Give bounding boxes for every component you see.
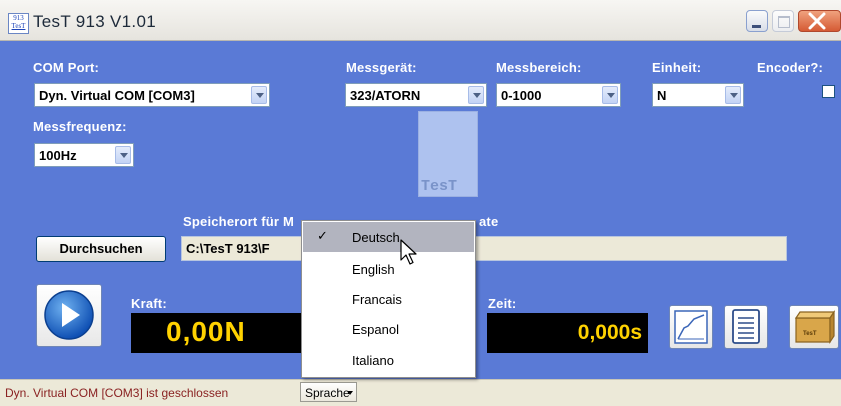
language-item-english[interactable]: English <box>303 254 474 284</box>
language-item-label: Italiano <box>352 353 394 368</box>
caret-down-icon <box>347 391 353 395</box>
language-item-francais[interactable]: Francais <box>303 284 474 314</box>
minimize-icon <box>752 25 761 28</box>
language-item-label: Deutsch <box>352 230 400 245</box>
status-bar: Dyn. Virtual COM [COM3] ist geschlossen <box>0 379 841 406</box>
language-item-label: English <box>352 262 395 277</box>
encoder-checkbox[interactable] <box>822 85 835 98</box>
chevron-down-icon[interactable] <box>251 86 267 104</box>
close-button[interactable] <box>798 10 841 32</box>
window-title: TesT 913 V1.01 <box>33 12 156 31</box>
kraft-display: 0,00N <box>131 313 301 353</box>
messgeraet-value: 323/ATORN <box>350 88 421 103</box>
status-text: Dyn. Virtual COM [COM3] ist geschlossen <box>5 386 229 400</box>
com-port-select[interactable]: Dyn. Virtual COM [COM3] <box>34 83 270 107</box>
messfrequenz-label: Messfrequenz: <box>33 119 127 134</box>
maximize-icon <box>778 16 790 28</box>
chevron-down-icon[interactable] <box>602 86 618 104</box>
messbereich-select[interactable]: 0-1000 <box>496 83 621 107</box>
zeit-value: 0,000s <box>577 321 642 344</box>
language-item-label: Francais <box>352 292 402 307</box>
report-button[interactable] <box>724 305 768 349</box>
kraft-label: Kraft: <box>131 296 167 311</box>
minimize-button[interactable] <box>746 10 768 32</box>
checkmark-icon: ✓ <box>317 228 328 243</box>
messfrequenz-value: 100Hz <box>39 148 77 163</box>
language-item-espanol[interactable]: Espanol <box>303 314 474 344</box>
language-menu: ✓ Deutsch English Francais Espanol Itali… <box>301 220 476 378</box>
archive-button[interactable]: TesT <box>789 305 839 349</box>
save-path-value: C:\TesT 913\F <box>186 241 270 256</box>
browse-button[interactable]: Durchsuchen <box>36 236 166 262</box>
einheit-select[interactable]: N <box>652 83 744 107</box>
chevron-down-icon[interactable] <box>468 86 484 104</box>
box-icon <box>794 310 836 344</box>
main-window: 913 TesT TesT 913 V1.01 COM Port: Messge… <box>0 0 841 406</box>
speicherort-label: Speicherort für M <box>183 214 295 229</box>
com-port-label: COM Port: <box>33 60 100 75</box>
device-logo: TesT <box>418 111 478 197</box>
language-dropdown-label: Sprache <box>305 386 350 400</box>
language-item-italiano[interactable]: Italiano <box>303 345 474 375</box>
messgeraet-label: Messgerät: <box>346 60 417 75</box>
com-port-value: Dyn. Virtual COM [COM3] <box>39 88 195 103</box>
einheit-value: N <box>657 88 667 103</box>
title-bar[interactable]: 913 TesT TesT 913 V1.01 <box>0 0 841 41</box>
kraft-value: 0,00N <box>166 316 246 347</box>
zeit-display: 0,000s <box>487 313 648 353</box>
messfrequenz-select[interactable]: 100Hz <box>34 143 134 167</box>
play-icon <box>44 290 94 340</box>
messbereich-value: 0-1000 <box>501 88 542 103</box>
messbereich-label: Messbereich: <box>496 60 582 75</box>
language-dropdown[interactable]: Sprache <box>300 382 357 402</box>
chart-icon <box>674 310 708 344</box>
close-icon <box>808 12 826 30</box>
einheit-label: Einheit: <box>652 60 702 75</box>
save-path-field[interactable]: C:\TesT 913\F <box>181 236 787 261</box>
zeit-label: Zeit: <box>488 296 517 311</box>
start-button[interactable] <box>36 284 102 347</box>
box-label: TesT <box>803 331 817 337</box>
messgeraet-select[interactable]: 323/ATORN <box>345 83 487 107</box>
chevron-down-icon[interactable] <box>725 86 741 104</box>
logo-text: TesT <box>421 178 458 195</box>
speicherort-label-tail: ate <box>479 214 499 229</box>
chevron-down-icon[interactable] <box>115 146 131 164</box>
language-item-deutsch[interactable]: ✓ Deutsch <box>303 222 474 252</box>
chart-button[interactable] <box>669 305 713 349</box>
maximize-button[interactable] <box>772 10 794 32</box>
document-icon <box>732 309 760 344</box>
language-item-label: Espanol <box>352 322 399 337</box>
app-icon: 913 TesT <box>8 13 29 34</box>
encoder-label: Encoder?: <box>757 60 824 75</box>
cursor-icon <box>400 239 417 265</box>
